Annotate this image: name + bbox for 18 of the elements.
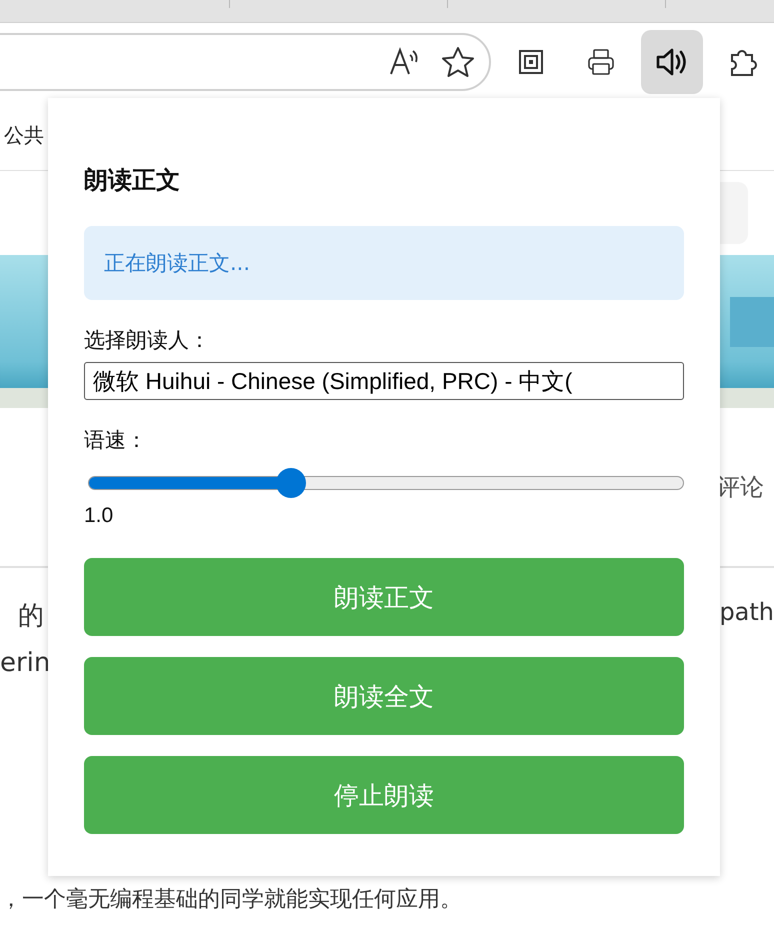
- slider-thumb[interactable]: [276, 468, 306, 498]
- speaker-icon: [654, 46, 689, 76]
- speed-value: 1.0: [84, 504, 114, 528]
- printer-icon: [587, 48, 616, 76]
- speed-label: 语速：: [84, 427, 148, 454]
- article-text: ，一个毫无编程基础的同学就能实现任何应用。: [0, 886, 462, 914]
- voice-label: 选择朗读人：: [84, 327, 211, 354]
- article-text: 的: [18, 600, 44, 633]
- status-message: 正在朗读正文...: [84, 226, 684, 300]
- article-text: erin: [0, 648, 50, 678]
- speed-slider[interactable]: [88, 468, 684, 500]
- popup-title: 朗读正文: [84, 165, 181, 196]
- voice-select[interactable]: 微软 Huihui - Chinese (Simplified, PRC) - 中文(: [84, 362, 684, 400]
- square-icon: [518, 48, 544, 74]
- article-text: path: [719, 598, 774, 626]
- star-icon[interactable]: [441, 46, 476, 78]
- toolbar-button[interactable]: [640, 30, 704, 94]
- bookmark-item[interactable]: 公共: [4, 122, 44, 148]
